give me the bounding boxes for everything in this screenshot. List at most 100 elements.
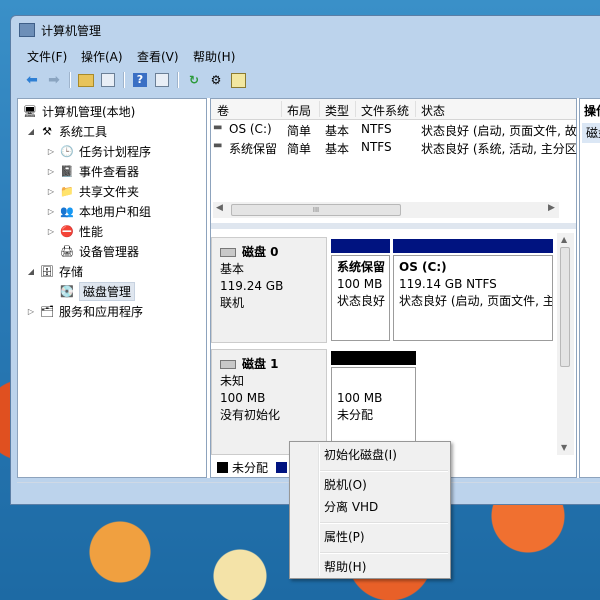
help-icon[interactable]: ? bbox=[131, 71, 149, 89]
partition-name: OS (C:) bbox=[399, 260, 447, 274]
disk-area-vscrollbar[interactable]: ▲ ▼ bbox=[557, 233, 574, 455]
partition-os-c[interactable]: OS (C:) 119.14 GB NTFS 状态良好 (启动, 页面文件, 主 bbox=[393, 255, 553, 341]
menu-help[interactable]: 帮助(H) bbox=[193, 48, 235, 65]
collapse-arrow-icon[interactable]: ◢ bbox=[26, 267, 36, 276]
show-hide-tree-icon[interactable] bbox=[99, 71, 117, 89]
title-bar[interactable]: 计算机管理 bbox=[11, 16, 600, 44]
menu-item-offline[interactable]: 脱机(O) bbox=[324, 476, 367, 494]
disk-0-title: 磁盘 0 bbox=[220, 244, 318, 261]
column-status[interactable]: 状态 bbox=[421, 102, 445, 119]
menu-gutter bbox=[318, 444, 320, 576]
column-volume[interactable]: 卷 bbox=[217, 102, 229, 119]
partition-size: 100 MB bbox=[337, 277, 383, 291]
tree-label: 本地用户和组 bbox=[79, 204, 152, 219]
tree-item-storage[interactable]: ◢ 🗄 存储 bbox=[26, 261, 83, 281]
performance-icon: ⛔ bbox=[60, 224, 74, 238]
tree-item-device-manager[interactable]: 🖨 设备管理器 bbox=[59, 241, 139, 261]
volume-row[interactable]: ▬ 系统保留 简单 基本 NTFS 状态良好 (系统, 活动, 主分区 bbox=[211, 139, 578, 157]
toolbar-separator bbox=[69, 72, 71, 88]
legend-unallocated-label: 未分配 bbox=[232, 460, 269, 475]
menu-view[interactable]: 查看(V) bbox=[137, 48, 179, 65]
tree-item-event-viewer[interactable]: ▷ 📓 事件查看器 bbox=[46, 161, 139, 181]
volume-list-hscrollbar[interactable]: ◀ III ▶ bbox=[213, 202, 559, 218]
action-pane-title: 操作 bbox=[584, 104, 600, 118]
tree-label: 性能 bbox=[79, 224, 104, 239]
tree-item-task-scheduler[interactable]: ▷ 🕒 任务计划程序 bbox=[46, 141, 151, 161]
scroll-down-icon[interactable]: ▼ bbox=[561, 443, 567, 452]
collapse-arrow-icon[interactable]: ◢ bbox=[26, 127, 36, 136]
expand-arrow-icon[interactable]: ▷ bbox=[46, 167, 56, 176]
tree-item-disk-management[interactable]: 💽 磁盘管理 bbox=[59, 281, 136, 301]
volume-fs: NTFS bbox=[361, 140, 392, 154]
tree-item-services-apps[interactable]: ▷ 🗂 服务和应用程序 bbox=[26, 301, 143, 321]
menu-separator bbox=[320, 522, 448, 524]
scroll-up-icon[interactable]: ▲ bbox=[561, 235, 567, 244]
disk-state: 联机 bbox=[220, 296, 245, 310]
menu-item-properties[interactable]: 属性(P) bbox=[324, 528, 365, 546]
window-title: 计算机管理 bbox=[41, 24, 102, 38]
column-layout[interactable]: 布局 bbox=[287, 102, 311, 119]
export-icon[interactable] bbox=[229, 71, 247, 89]
properties-icon[interactable]: ⚙ bbox=[207, 71, 225, 89]
tree-label: 共享文件夹 bbox=[79, 184, 140, 199]
pane-splitter[interactable] bbox=[211, 223, 576, 229]
menu-action[interactable]: 操作(A) bbox=[81, 48, 123, 65]
volume-row[interactable]: ▬ OS (C:) 简单 基本 NTFS 状态良好 (启动, 页面文件, 故 bbox=[211, 121, 578, 139]
scroll-left-icon[interactable]: ◀ bbox=[216, 203, 223, 213]
unallocated-header-bar bbox=[331, 351, 416, 365]
volume-name: OS (C:) bbox=[229, 122, 272, 136]
tree-label: 计算机管理(本地) bbox=[42, 104, 136, 119]
column-type[interactable]: 类型 bbox=[325, 102, 349, 119]
scroll-right-icon[interactable]: ▶ bbox=[548, 203, 555, 213]
partition-name: 系统保留 bbox=[337, 260, 386, 274]
expand-arrow-icon[interactable]: ▷ bbox=[46, 147, 56, 156]
vscroll-thumb[interactable] bbox=[560, 247, 570, 367]
column-filesystem[interactable]: 文件系统 bbox=[361, 102, 409, 119]
forward-arrow-icon[interactable]: ➡ bbox=[45, 71, 63, 89]
expand-arrow-icon[interactable]: ▷ bbox=[26, 307, 36, 316]
primary-partition-swatch bbox=[276, 461, 288, 473]
expand-arrow-icon[interactable]: ▷ bbox=[46, 187, 56, 196]
up-folder-icon[interactable] bbox=[77, 71, 95, 89]
shared-folder-icon: 📁 bbox=[60, 184, 74, 198]
toolbar-separator bbox=[123, 72, 125, 88]
menu-file[interactable]: 文件(F) bbox=[27, 48, 67, 65]
toolbar-separator bbox=[177, 72, 179, 88]
disk-size: 119.24 GB bbox=[220, 279, 284, 293]
computer-management-icon bbox=[19, 23, 35, 37]
expand-arrow-icon[interactable]: ▷ bbox=[46, 227, 56, 236]
partition-status: 未分配 bbox=[337, 408, 374, 422]
tree-item-root[interactable]: 🖥 计算机管理(本地) bbox=[22, 101, 135, 121]
action-pane-icon[interactable] bbox=[153, 71, 171, 89]
volume-status: 状态良好 (启动, 页面文件, 故 bbox=[421, 124, 577, 138]
volume-layout: 简单 bbox=[287, 124, 312, 138]
column-divider bbox=[281, 101, 282, 117]
tree-item-performance[interactable]: ▷ ⛔ 性能 bbox=[46, 221, 103, 241]
services-icon: 🗂 bbox=[40, 304, 54, 318]
tree-label: 事件查看器 bbox=[79, 164, 140, 179]
tree-item-shared-folders[interactable]: ▷ 📁 共享文件夹 bbox=[46, 181, 139, 201]
menu-item-help[interactable]: 帮助(H) bbox=[324, 558, 366, 576]
disk-1-label[interactable]: 磁盘 1 未知 100 MB 没有初始化 bbox=[211, 349, 327, 455]
tree-label: 存储 bbox=[59, 264, 84, 279]
disk-name: 磁盘 0 bbox=[242, 245, 279, 259]
menu-separator bbox=[320, 470, 448, 472]
computer-icon: 🖥 bbox=[23, 104, 37, 118]
disk-0-label[interactable]: 磁盘 0 基本 119.24 GB 联机 bbox=[211, 237, 327, 343]
partition-system-reserved[interactable]: 系统保留 100 MB 状态良好 bbox=[331, 255, 390, 341]
hscroll-thumb[interactable]: III bbox=[231, 204, 401, 216]
disk-1-title: 磁盘 1 bbox=[220, 356, 318, 373]
disk-name: 磁盘 1 bbox=[242, 357, 279, 371]
tree-label: 服务和应用程序 bbox=[59, 304, 144, 319]
back-arrow-icon[interactable]: ⬅ bbox=[23, 71, 41, 89]
tree-label: 系统工具 bbox=[59, 124, 108, 139]
disk-management-icon: 💽 bbox=[60, 284, 74, 298]
action-pane-item-disk[interactable]: 磁盘 bbox=[582, 123, 600, 143]
menu-item-detach-vhd[interactable]: 分离 VHD bbox=[324, 498, 378, 516]
tree-item-system-tools[interactable]: ◢ ⚒ 系统工具 bbox=[26, 121, 107, 141]
tree-item-local-users[interactable]: ▷ 👥 本地用户和组 bbox=[46, 201, 151, 221]
menu-item-initialize-disk[interactable]: 初始化磁盘(I) bbox=[324, 446, 397, 464]
disk-state: 没有初始化 bbox=[220, 408, 281, 422]
refresh-icon[interactable]: ↻ bbox=[185, 71, 203, 89]
expand-arrow-icon[interactable]: ▷ bbox=[46, 207, 56, 216]
